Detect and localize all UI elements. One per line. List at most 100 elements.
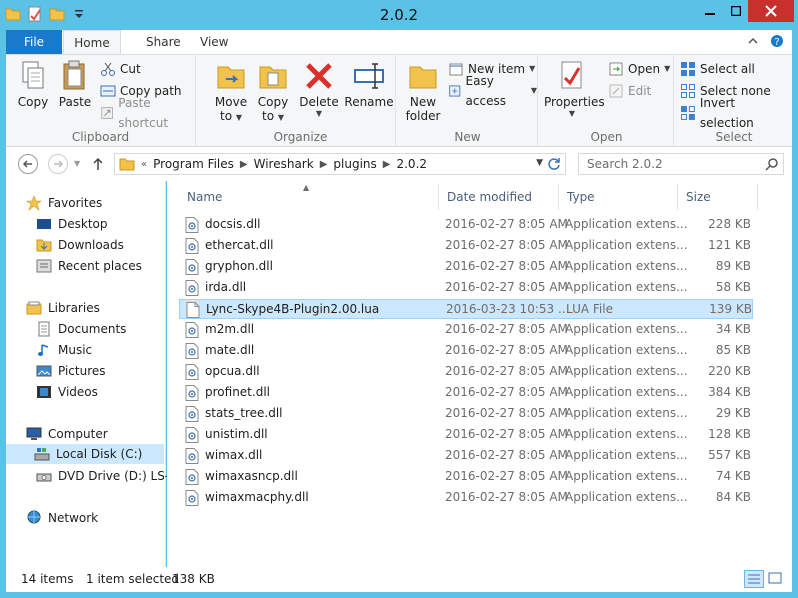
refresh-icon[interactable] — [546, 156, 562, 172]
folder-icon — [119, 158, 135, 171]
search-input[interactable]: Search 2.0.2 — [578, 153, 784, 175]
file-size: 85 KB — [715, 343, 751, 357]
details-view-icon — [748, 574, 760, 584]
cut-button[interactable]: Cut — [100, 59, 141, 79]
nav-desktop[interactable]: Desktop — [36, 214, 108, 234]
file-row[interactable]: unistim.dll 2016-02-27 8:05 AM Application… — [179, 425, 753, 445]
search-icon[interactable] — [765, 157, 779, 171]
nav-network-label: Network — [48, 511, 99, 525]
chevron-up-icon[interactable] — [746, 34, 760, 48]
breadcrumb-wireshark[interactable]: Wireshark — [254, 157, 314, 171]
edit-icon — [609, 84, 623, 98]
file-row[interactable]: docsis.dll 2016-02-27 8:05 AM Application … — [179, 215, 753, 235]
open-button[interactable]: Open ▼ — [608, 59, 670, 79]
tab-home[interactable]: Home — [63, 30, 121, 54]
breadcrumb-program-files[interactable]: Program Files — [153, 157, 234, 171]
nav-documents[interactable]: Documents — [36, 319, 126, 339]
file-date: 2016-02-27 8:05 AM — [445, 385, 568, 399]
forward-button[interactable] — [48, 154, 68, 174]
column-header-size[interactable]: Size — [678, 184, 758, 210]
nav-videos[interactable]: Videos — [36, 382, 98, 402]
large-icons-view-button[interactable] — [766, 570, 786, 588]
nav-dvd-drive[interactable]: DVD Drive (D:) LS-V- — [36, 466, 180, 486]
file-row[interactable]: Lync-Skype4B-Plugin2.00.lua 2016-03-23 10… — [179, 299, 753, 319]
file-type: Application extens... — [565, 238, 688, 252]
tab-file[interactable]: File — [6, 30, 62, 54]
column-header-type[interactable]: Type — [559, 184, 678, 210]
file-row[interactable]: opcua.dll 2016-02-27 8:05 AM Application e… — [179, 362, 753, 382]
edit-button[interactable]: Edit — [608, 81, 651, 101]
nav-music[interactable]: Music — [36, 340, 92, 360]
file-row[interactable]: profinet.dll 2016-02-27 8:05 AM Applicatio… — [179, 383, 753, 403]
nav-local-disk[interactable]: Local Disk (C:) — [6, 444, 164, 464]
dll-file-icon — [185, 469, 199, 485]
file-row[interactable]: m2m.dll 2016-02-27 8:05 AM Application ext… — [179, 320, 753, 340]
help-icon[interactable]: ? — [770, 34, 784, 48]
caret-down-icon: ▼ — [315, 109, 323, 118]
file-size: 74 KB — [715, 469, 751, 483]
dll-file-icon — [185, 217, 199, 233]
copy-to-icon — [259, 66, 287, 89]
paste-button[interactable]: Paste — [52, 59, 98, 109]
file-row[interactable]: wimaxmacphy.dll 2016-02-27 8:05 AM Applica… — [179, 488, 753, 508]
selection-size: 138 KB — [172, 572, 215, 586]
select-all-button[interactable]: Select all — [680, 59, 755, 79]
properties-button[interactable]: Properties ▼ — [544, 59, 605, 118]
file-type: Application extens... — [565, 280, 688, 294]
delete-button[interactable]: Delete ▼ — [296, 59, 342, 118]
file-date: 2016-02-27 8:05 AM — [445, 490, 568, 504]
copy-button[interactable]: Copy — [10, 59, 56, 109]
rename-label: Rename — [344, 95, 394, 109]
maximize-button[interactable] — [724, 0, 748, 22]
rename-button[interactable]: Rename — [344, 59, 394, 109]
minimize-button[interactable] — [696, 0, 724, 22]
tab-view[interactable]: View — [186, 30, 242, 54]
move-to-button[interactable]: Move to ▼ — [208, 59, 254, 123]
new-folder-label-2: folder — [405, 109, 441, 123]
address-bar[interactable]: « Program Files ▶ Wireshark ▶ plugins ▶ … — [114, 153, 566, 175]
breadcrumb-separator-icon[interactable]: ▶ — [383, 159, 391, 170]
file-row[interactable]: ethercat.dll 2016-02-27 8:05 AM Applicatio… — [179, 236, 753, 256]
back-button[interactable] — [18, 154, 38, 174]
open-group-label: Open — [590, 130, 623, 144]
details-view-button[interactable] — [744, 570, 764, 588]
caret-down-icon: ▼ — [664, 64, 671, 73]
file-row[interactable]: stats_tree.dll 2016-02-27 8:05 AM Applicat… — [179, 404, 753, 424]
nav-recent-places[interactable]: Recent places — [36, 256, 142, 276]
overflow-chevron[interactable]: « — [141, 159, 147, 170]
nav-favorites[interactable]: Favorites — [26, 193, 102, 213]
recent-locations-icon[interactable]: ▼ — [74, 159, 80, 168]
address-dropdown-icon[interactable]: ▼ — [536, 158, 543, 168]
nav-downloads[interactable]: Downloads — [36, 235, 124, 255]
file-date: 2016-02-27 8:05 AM — [445, 427, 568, 441]
file-type: Application extens... — [565, 364, 688, 378]
nav-computer[interactable]: Computer — [26, 424, 108, 444]
nav-libraries[interactable]: Libraries — [26, 298, 100, 318]
caret-down-icon: ▼ — [530, 86, 537, 95]
arrow-up-icon[interactable] — [92, 157, 104, 171]
file-row[interactable]: mate.dll 2016-02-27 8:05 AM Application ex… — [179, 341, 753, 361]
invert-selection-button[interactable]: Invert selection — [680, 96, 792, 130]
breadcrumb-plugins[interactable]: plugins — [333, 157, 376, 171]
column-header-date[interactable]: Date modified — [439, 184, 559, 210]
file-size: 89 KB — [715, 259, 751, 273]
dll-file-icon — [185, 427, 199, 443]
file-row[interactable]: irda.dll 2016-02-27 8:05 AM Application ex… — [179, 278, 753, 298]
column-header-name[interactable]: Name — [179, 184, 439, 210]
nav-network[interactable]: Network — [26, 508, 98, 528]
file-row[interactable]: gryphon.dll 2016-02-27 8:05 AM Application… — [179, 257, 753, 277]
close-button[interactable] — [748, 0, 794, 22]
breadcrumb-separator-icon[interactable]: ▶ — [240, 159, 248, 170]
file-type: Application extens... — [565, 217, 688, 231]
nav-pictures-label: Pictures — [58, 364, 106, 378]
file-row[interactable]: wimaxasncp.dll 2016-02-27 8:05 AM Applicat… — [179, 467, 753, 487]
paste-shortcut-button[interactable]: Paste shortcut — [100, 96, 195, 130]
easy-access-button[interactable]: Easy access ▼ — [448, 74, 537, 108]
new-folder-button[interactable]: New folder — [400, 59, 446, 123]
breadcrumb-current[interactable]: 2.0.2 — [396, 157, 427, 171]
file-row[interactable]: wimax.dll 2016-02-27 8:05 AM Application e… — [179, 446, 753, 466]
nav-pictures[interactable]: Pictures — [36, 361, 106, 381]
breadcrumb-separator-icon[interactable]: ▶ — [320, 159, 328, 170]
ribbon-tabs: File Home Share View ? — [6, 30, 792, 54]
copy-to-button[interactable]: Copy to ▼ — [250, 59, 296, 123]
